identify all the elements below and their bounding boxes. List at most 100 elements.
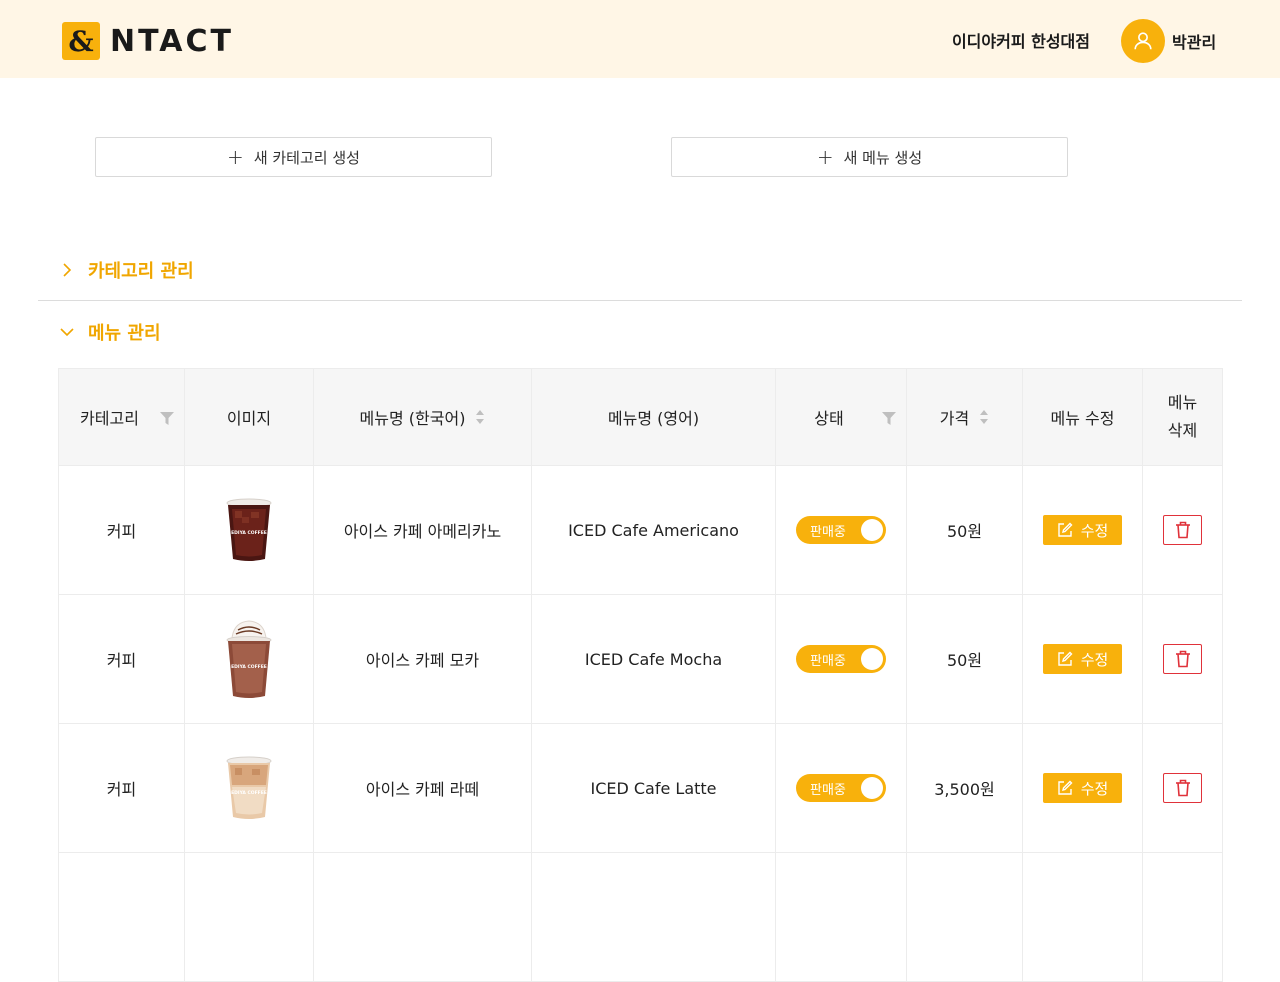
new-menu-label: 새 메뉴 생성 bbox=[843, 148, 923, 167]
plus-icon: + bbox=[816, 145, 834, 169]
cell-status: 판매중 bbox=[775, 594, 907, 724]
edit-icon bbox=[1057, 651, 1073, 666]
cell-edit: 수정 bbox=[1022, 723, 1143, 853]
sort-icon[interactable] bbox=[475, 409, 485, 425]
toggle-knob bbox=[861, 777, 883, 799]
cell-image bbox=[184, 852, 314, 982]
trash-icon bbox=[1175, 521, 1190, 539]
user-name[interactable]: 박관리 bbox=[1172, 29, 1216, 53]
chevron-right-icon bbox=[58, 263, 76, 277]
cup-logo-text: EDIYA COFFEE bbox=[231, 664, 267, 670]
cell-category bbox=[58, 852, 185, 982]
cup-logo-text: EDIYA COFFEE bbox=[231, 790, 267, 796]
cell-status bbox=[775, 852, 907, 982]
logo-text: NTACT bbox=[110, 23, 234, 59]
table-header-row: 카테고리 이미지 메뉴명 (한국어) 메뉴명 (영어) 상태 가격 메뉴 수정 … bbox=[58, 368, 1223, 466]
cell-price: 50원 bbox=[906, 594, 1023, 724]
sale-status-toggle[interactable]: 판매중 bbox=[796, 645, 886, 673]
cell-name-en: ICED Cafe Latte bbox=[531, 723, 776, 853]
cell-edit bbox=[1022, 852, 1143, 982]
cell-delete bbox=[1142, 723, 1223, 853]
plus-icon: + bbox=[227, 145, 244, 169]
cell-name-ko: 아이스 카페 모카 bbox=[313, 594, 532, 724]
brand-logo[interactable]: & NTACT bbox=[62, 21, 234, 61]
cell-image: EDIYA COFFEE bbox=[184, 594, 314, 724]
col-price-label: 가격 bbox=[939, 409, 970, 428]
cell-name-en: ICED Cafe Americano bbox=[531, 465, 776, 595]
logo-mark: & bbox=[62, 22, 100, 60]
new-menu-button[interactable]: + 새 메뉴 생성 bbox=[671, 137, 1068, 177]
table-row: 커피 EDIYA COFFEE 아이스 카페 모카 ICED Cafe Moch… bbox=[58, 594, 1223, 724]
filter-icon[interactable] bbox=[160, 410, 174, 429]
cell-name-en: ICED Cafe Mocha bbox=[531, 594, 776, 724]
cell-price: 50원 bbox=[906, 465, 1023, 595]
col-name-en-label: 메뉴명 (영어) bbox=[607, 409, 700, 428]
col-name-en: 메뉴명 (영어) bbox=[531, 368, 776, 466]
edit-label: 수정 bbox=[1080, 779, 1109, 798]
edit-menu-button[interactable]: 수정 bbox=[1043, 773, 1122, 803]
iced-americano-image: EDIYA COFFEE bbox=[226, 498, 272, 561]
cell-edit: 수정 bbox=[1022, 465, 1143, 595]
cell-price: 3,500원 bbox=[906, 723, 1023, 853]
sort-icon[interactable] bbox=[979, 409, 989, 425]
cell-name-ko bbox=[313, 852, 532, 982]
iced-mocha-image: EDIYA COFFEE bbox=[226, 620, 272, 698]
menu-management-title: 메뉴 관리 bbox=[88, 323, 161, 344]
category-management-toggle[interactable]: 카테고리 관리 bbox=[58, 257, 194, 283]
col-delete-label-1: 메뉴 bbox=[1167, 393, 1198, 412]
col-price[interactable]: 가격 bbox=[906, 368, 1023, 466]
cup-logo-text: EDIYA COFFEE bbox=[231, 530, 267, 536]
edit-icon bbox=[1057, 522, 1073, 537]
edit-menu-button[interactable]: 수정 bbox=[1043, 515, 1122, 545]
cell-category: 커피 bbox=[58, 723, 185, 853]
delete-menu-button[interactable] bbox=[1163, 644, 1202, 674]
trash-icon bbox=[1175, 779, 1190, 797]
cell-category: 커피 bbox=[58, 594, 185, 724]
col-image-label: 이미지 bbox=[226, 409, 272, 428]
new-category-button[interactable]: + 새 카테고리 생성 bbox=[95, 137, 492, 177]
sale-status-label: 판매중 bbox=[810, 782, 846, 798]
col-name-ko-label: 메뉴명 (한국어) bbox=[359, 409, 466, 428]
cell-price bbox=[906, 852, 1023, 982]
menu-management-toggle[interactable]: 메뉴 관리 bbox=[58, 319, 161, 345]
cell-status: 판매중 bbox=[775, 723, 907, 853]
cell-name-en bbox=[531, 852, 776, 982]
col-image: 이미지 bbox=[184, 368, 314, 466]
trash-icon bbox=[1175, 650, 1190, 668]
chevron-down-icon bbox=[58, 326, 76, 338]
sale-status-toggle[interactable]: 판매중 bbox=[796, 774, 886, 802]
user-icon bbox=[1134, 32, 1152, 50]
col-edit-label: 메뉴 수정 bbox=[1050, 409, 1115, 428]
toggle-knob bbox=[861, 519, 883, 541]
store-name: 이디야커피 한성대점 bbox=[951, 32, 1090, 51]
edit-icon bbox=[1057, 780, 1073, 795]
edit-label: 수정 bbox=[1080, 521, 1109, 540]
cell-category: 커피 bbox=[58, 465, 185, 595]
col-status: 상태 bbox=[775, 368, 907, 466]
sale-status-label: 판매중 bbox=[810, 653, 846, 669]
cell-name-ko: 아이스 카페 아메리카노 bbox=[313, 465, 532, 595]
col-category-label: 카테고리 bbox=[80, 409, 139, 428]
sale-status-toggle[interactable]: 판매중 bbox=[796, 516, 886, 544]
delete-menu-button[interactable] bbox=[1163, 515, 1202, 545]
filter-icon[interactable] bbox=[882, 410, 896, 429]
col-name-ko[interactable]: 메뉴명 (한국어) bbox=[313, 368, 532, 466]
user-avatar[interactable] bbox=[1121, 19, 1165, 63]
edit-label: 수정 bbox=[1080, 650, 1109, 669]
cell-status: 판매중 bbox=[775, 465, 907, 595]
category-management-title: 카테고리 관리 bbox=[88, 261, 194, 282]
cell-image: EDIYA COFFEE bbox=[184, 465, 314, 595]
cell-image: EDIYA COFFEE bbox=[184, 723, 314, 853]
cell-edit: 수정 bbox=[1022, 594, 1143, 724]
col-edit: 메뉴 수정 bbox=[1022, 368, 1143, 466]
cell-delete bbox=[1142, 852, 1223, 982]
delete-menu-button[interactable] bbox=[1163, 773, 1202, 803]
cell-name-ko: 아이스 카페 라떼 bbox=[313, 723, 532, 853]
table-row bbox=[58, 852, 1223, 982]
edit-menu-button[interactable]: 수정 bbox=[1043, 644, 1122, 674]
cell-delete bbox=[1142, 594, 1223, 724]
iced-latte-image: EDIYA COFFEE bbox=[226, 756, 272, 819]
table-row: 커피 EDIYA COFFEE 아이스 카페 라떼 ICED Cafe Latt… bbox=[58, 723, 1223, 853]
new-category-label: 새 카테고리 생성 bbox=[253, 148, 360, 167]
col-delete: 메뉴 삭제 bbox=[1142, 368, 1223, 466]
